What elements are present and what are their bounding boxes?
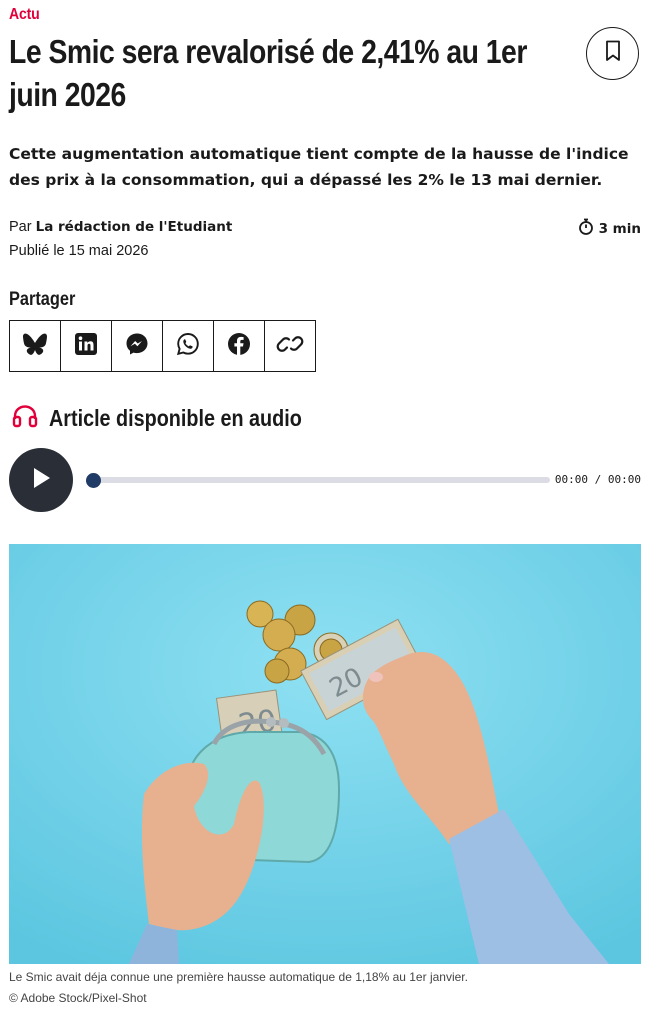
author-name[interactable]: La rédaction de l'Etudiant <box>36 219 233 235</box>
image-caption: Le Smic avait déja connue une première h… <box>9 970 468 984</box>
copy-link-button[interactable] <box>265 321 315 371</box>
audio-title: Article disponible en audio <box>49 405 302 431</box>
stopwatch-icon <box>578 218 594 239</box>
linkedin-icon <box>75 332 97 360</box>
link-icon <box>276 333 304 360</box>
share-messenger-button[interactable] <box>112 321 163 371</box>
bookmark-button[interactable] <box>586 27 639 80</box>
read-time: 3 min <box>578 218 641 239</box>
byline-prefix: Par <box>9 219 32 235</box>
bluesky-icon <box>22 332 48 361</box>
publish-date: Publié le 15 mai 2026 <box>9 243 149 259</box>
article-lead: Cette augmentation automatique tient com… <box>9 145 629 189</box>
share-bluesky-button[interactable] <box>10 321 61 371</box>
messenger-icon <box>125 332 149 361</box>
share-facebook-button[interactable] <box>214 321 265 371</box>
byline: Par La rédaction de l'Etudiant <box>9 219 232 235</box>
play-button[interactable] <box>9 448 73 512</box>
share-linkedin-button[interactable] <box>61 321 112 371</box>
bookmark-icon <box>605 40 621 67</box>
read-time-value: 3 min <box>598 220 641 237</box>
image-credit: © Adobe Stock/Pixel-Shot <box>9 991 147 1005</box>
whatsapp-icon <box>176 332 200 361</box>
audio-heading: Article disponible en audio <box>12 404 343 433</box>
facebook-icon <box>227 332 251 361</box>
article-image: 20 20 <box>9 544 641 964</box>
share-whatsapp-button[interactable] <box>163 321 214 371</box>
play-icon <box>30 466 52 495</box>
audio-progress-handle[interactable] <box>86 473 101 488</box>
article-title: Le Smic sera revalorisé de 2,41% au 1er … <box>9 33 527 113</box>
headphones-icon <box>12 404 38 433</box>
audio-progress-track[interactable] <box>87 477 550 483</box>
share-bar <box>9 320 316 372</box>
share-label: Partager <box>9 289 76 310</box>
category-label[interactable]: Actu <box>9 6 40 24</box>
audio-time: 00:00 / 00:00 <box>554 473 641 486</box>
